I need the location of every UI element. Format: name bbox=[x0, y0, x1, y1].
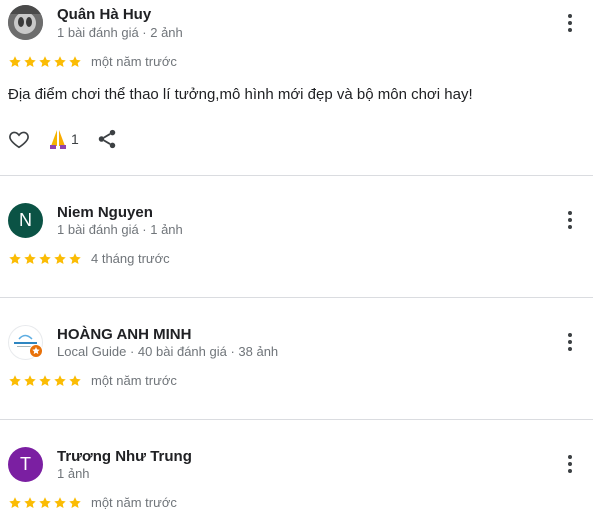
more-options-button[interactable] bbox=[556, 328, 584, 356]
profile-photo-icon bbox=[8, 5, 43, 40]
reviewer-meta: 1 bài đánh giá · 2 ảnh bbox=[57, 25, 183, 40]
review-date: một năm trước bbox=[91, 495, 177, 510]
star-icon bbox=[8, 252, 22, 266]
more-options-button[interactable] bbox=[556, 450, 584, 478]
star-rating bbox=[8, 55, 82, 69]
star-icon bbox=[68, 496, 82, 510]
share-icon bbox=[98, 129, 116, 149]
star-icon bbox=[68, 252, 82, 266]
more-options-button[interactable] bbox=[556, 206, 584, 234]
avatar[interactable]: T bbox=[8, 447, 43, 482]
review-text: Địa điểm chơi thể thao lí tưởng,mô hình … bbox=[8, 86, 473, 103]
more-vert-icon bbox=[558, 452, 582, 476]
reaction-count: 1 bbox=[71, 131, 79, 147]
star-icon bbox=[8, 496, 22, 510]
star-icon bbox=[53, 55, 67, 69]
star-icon bbox=[38, 496, 52, 510]
star-icon bbox=[8, 55, 22, 69]
heart-icon bbox=[9, 131, 29, 149]
star-rating bbox=[8, 252, 82, 266]
star-icon bbox=[8, 374, 22, 388]
star-icon bbox=[38, 252, 52, 266]
reviewer-name[interactable]: Quân Hà Huy bbox=[57, 6, 151, 23]
star-icon bbox=[53, 252, 67, 266]
more-vert-icon bbox=[558, 11, 582, 35]
avatar-letter: T bbox=[20, 454, 31, 474]
star-rating bbox=[8, 374, 82, 388]
reaction-button[interactable] bbox=[48, 128, 68, 155]
star-rating bbox=[8, 496, 82, 510]
star-icon bbox=[38, 55, 52, 69]
star-icon bbox=[23, 374, 37, 388]
review-card: HOÀNG ANH MINH Local Guide · 40 bài đánh… bbox=[0, 298, 593, 419]
star-icon bbox=[38, 374, 52, 388]
more-vert-icon bbox=[558, 208, 582, 232]
local-guide-badge-icon bbox=[29, 344, 43, 358]
review-card: Quân Hà Huy 1 bài đánh giá · 2 ảnh một n… bbox=[0, 0, 593, 176]
review-card: N Niem Nguyen 1 bài đánh giá · 1 ảnh 4 t… bbox=[0, 176, 593, 297]
star-icon bbox=[68, 55, 82, 69]
reviewer-name[interactable]: Niem Nguyen bbox=[57, 204, 153, 221]
more-vert-icon bbox=[558, 330, 582, 354]
reviewer-name[interactable]: Trương Như Trung bbox=[57, 448, 192, 465]
avatar-letter: N bbox=[19, 210, 32, 230]
star-icon bbox=[23, 496, 37, 510]
reviewer-meta: Local Guide · 40 bài đánh giá · 38 ảnh bbox=[57, 344, 279, 359]
like-button[interactable] bbox=[8, 128, 30, 155]
star-icon bbox=[53, 496, 67, 510]
star-icon bbox=[53, 374, 67, 388]
reviewer-meta: 1 ảnh bbox=[57, 466, 90, 481]
star-icon bbox=[68, 374, 82, 388]
reviewer-name[interactable]: HOÀNG ANH MINH bbox=[57, 326, 191, 343]
avatar[interactable]: N bbox=[8, 203, 43, 238]
star-icon bbox=[23, 55, 37, 69]
review-date: 4 tháng trước bbox=[91, 251, 170, 266]
share-button[interactable] bbox=[96, 128, 118, 155]
review-date: một năm trước bbox=[91, 54, 177, 69]
review-date: một năm trước bbox=[91, 373, 177, 388]
star-icon bbox=[23, 252, 37, 266]
avatar[interactable] bbox=[8, 5, 43, 40]
more-options-button[interactable] bbox=[556, 9, 584, 37]
praying-hands-icon bbox=[50, 130, 66, 149]
reviewer-meta: 1 bài đánh giá · 1 ảnh bbox=[57, 222, 183, 237]
review-card: T Trương Như Trung 1 ảnh một năm trước bbox=[0, 420, 593, 527]
